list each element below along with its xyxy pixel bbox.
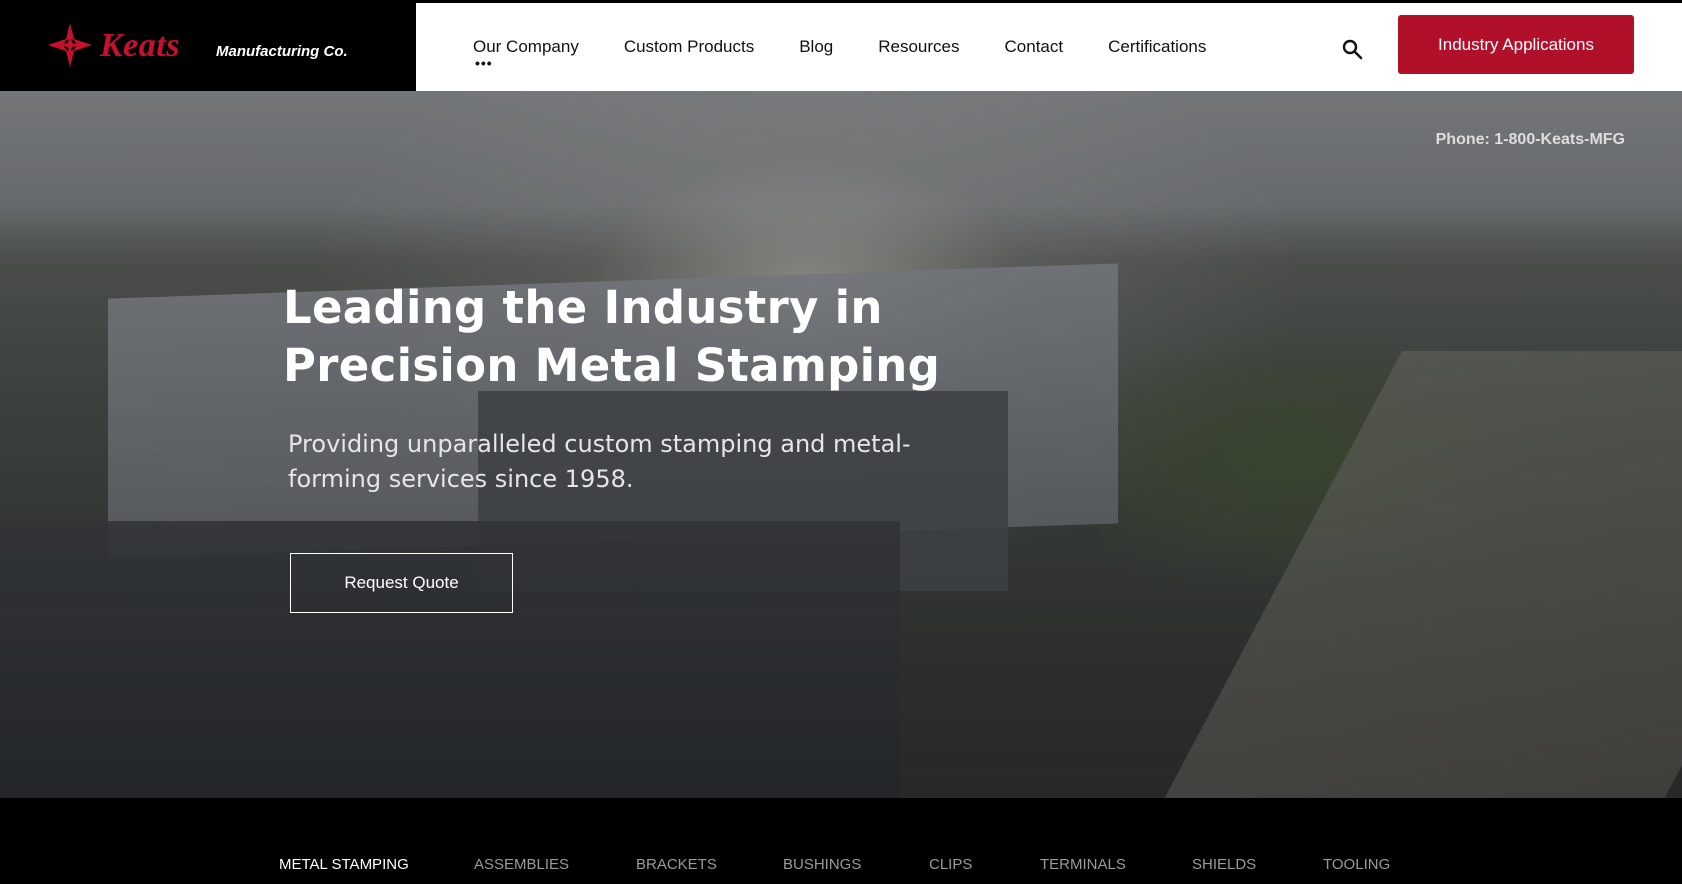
logo-star-icon [48, 23, 92, 67]
search-icon[interactable] [1340, 37, 1364, 61]
nav-item-our-company[interactable]: Our Company ••• [473, 37, 579, 71]
main-nav: Our Company ••• Custom Products Blog Res… [473, 3, 1251, 91]
hero-title-line: Precision Metal Stamping [283, 339, 941, 392]
subnav-item-clips[interactable]: CLIPS [929, 856, 972, 873]
nav-item-contact[interactable]: Contact [1005, 37, 1064, 57]
hero-subtitle: Providing unparalleled custom stamping a… [288, 430, 911, 493]
subnav-item-bushings[interactable]: BUSHINGS [783, 856, 861, 873]
subnav-item-metal-stamping[interactable]: METAL STAMPING [279, 856, 409, 873]
hero-title: Leading the Industry in Precision Metal … [283, 279, 1003, 395]
logo[interactable]: Keats Manufacturing Co. [0, 3, 416, 91]
phone-number[interactable]: Phone: 1-800-Keats-MFG [1436, 131, 1625, 149]
logo-wordmark: Keats [100, 27, 180, 64]
nav-item-label: Our Company [473, 37, 579, 56]
request-quote-button[interactable]: Request Quote [290, 553, 513, 613]
subnav-item-shields[interactable]: SHIELDS [1192, 856, 1256, 873]
nav-item-resources[interactable]: Resources [878, 37, 959, 57]
site-header: Keats Manufacturing Co. Our Company ••• … [0, 0, 1682, 91]
subnav-item-brackets[interactable]: BRACKETS [636, 856, 717, 873]
nav-item-blog[interactable]: Blog [799, 37, 833, 57]
subnav-item-terminals[interactable]: TERMINALS [1040, 856, 1126, 873]
subnav-item-assemblies[interactable]: ASSEMBLIES [474, 856, 569, 873]
nav-item-certifications[interactable]: Certifications [1108, 37, 1206, 57]
more-dots-icon: ••• [475, 55, 493, 71]
subnav-item-tooling[interactable]: TOOLING [1323, 856, 1390, 873]
product-subnav: METAL STAMPING ASSEMBLIES BRACKETS BUSHI… [0, 798, 1682, 884]
hero-title-line: Leading the Industry in [283, 281, 883, 334]
nav-item-custom-products[interactable]: Custom Products [624, 37, 754, 57]
hero-section: Phone: 1-800-Keats-MFG Leading the Indus… [0, 91, 1682, 798]
industry-applications-button[interactable]: Industry Applications [1398, 15, 1634, 74]
logo-tagline: Manufacturing Co. [216, 43, 348, 60]
